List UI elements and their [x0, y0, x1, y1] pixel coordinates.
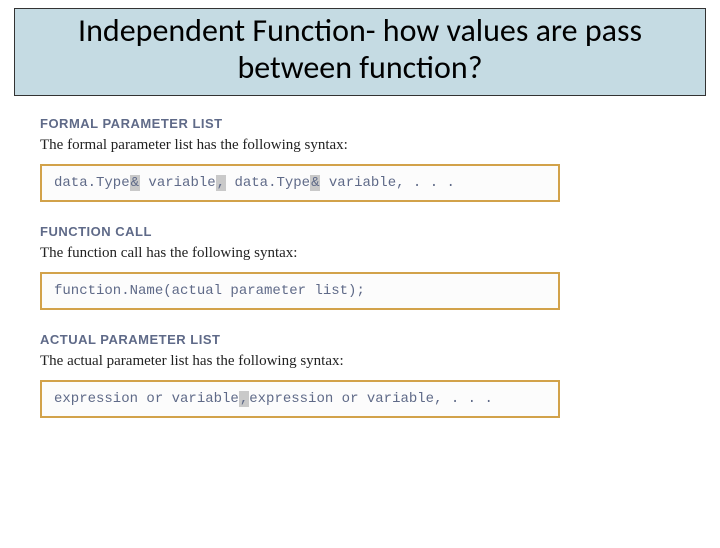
slide: Independent Function- how values are pas…	[0, 8, 720, 548]
section-heading-formal: FORMAL PARAMETER LIST	[40, 116, 680, 131]
slide-content: FORMAL PARAMETER LIST The formal paramet…	[0, 96, 720, 418]
code-box-call: function.Name(actual parameter list);	[40, 272, 560, 310]
section-heading-call: FUNCTION CALL	[40, 224, 680, 239]
slide-title: Independent Function- how values are pas…	[14, 8, 706, 96]
code-box-actual: expression or variable,expression or var…	[40, 380, 560, 418]
code-box-formal: data.Type& variable, data.Type& variable…	[40, 164, 560, 202]
section-desc-actual: The actual parameter list has the follow…	[40, 353, 680, 370]
section-desc-call: The function call has the following synt…	[40, 245, 680, 262]
section-desc-formal: The formal parameter list has the follow…	[40, 137, 680, 154]
section-heading-actual: ACTUAL PARAMETER LIST	[40, 332, 680, 347]
